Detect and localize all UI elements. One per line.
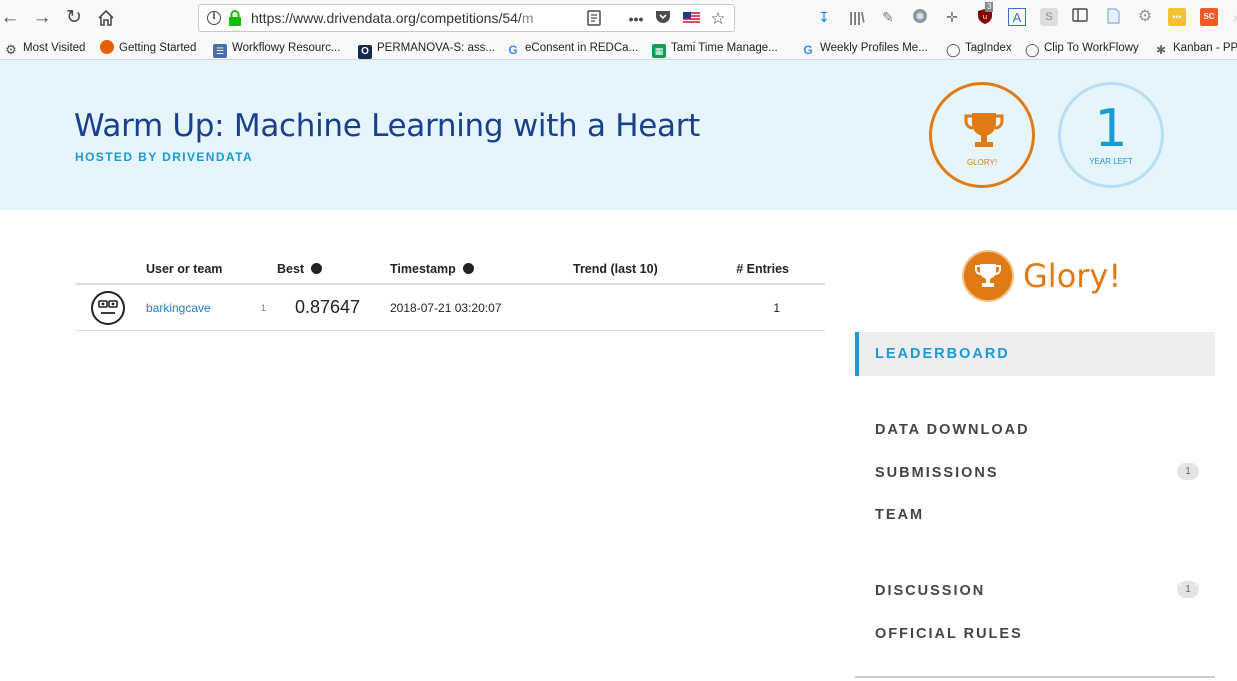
bookmark-workflowy[interactable]: ☰ Workflowy Resourc...	[213, 39, 340, 58]
nav-label: SUBMISSIONS	[875, 465, 999, 481]
back-icon[interactable]: ←	[0, 6, 22, 30]
sync-circle-icon[interactable]	[911, 8, 929, 26]
overflow-icon[interactable]: »	[1228, 8, 1237, 26]
url-text[interactable]: https://www.drivendata.org/competitions/…	[251, 10, 573, 26]
prize-label: GLORY!	[966, 158, 998, 167]
info-icon[interactable]: i	[462, 262, 474, 275]
nav-label: TEAM	[875, 507, 925, 523]
library-icon[interactable]: |||\	[848, 8, 866, 26]
s-extension-icon[interactable]: S	[1040, 8, 1058, 26]
rank: 1	[261, 303, 267, 313]
nav-data-download[interactable]: DATA DOWNLOAD	[855, 408, 1215, 452]
nav-team[interactable]: TEAM	[855, 493, 1215, 537]
user-link[interactable]: barkingcave	[146, 301, 211, 315]
nav-label: LEADERBOARD	[875, 346, 1010, 362]
table-row: barkingcave 1 0.87647 2018-07-21 03:20:0…	[75, 285, 825, 331]
nav-label: DATA DOWNLOAD	[875, 422, 1030, 438]
o-icon: O	[358, 45, 372, 59]
sidebar-divider	[855, 676, 1215, 678]
us-flag-icon[interactable]	[682, 10, 700, 28]
entries-count: 1	[773, 301, 780, 315]
globe-icon: ◯	[1025, 42, 1040, 57]
ublock-icon[interactable]: u 3	[976, 2, 994, 26]
col-best: Best i	[277, 262, 323, 276]
downloads-icon[interactable]: ↧	[815, 8, 833, 26]
leaderboard-table: User or team Best i Timestamp i Trend (las…	[75, 258, 825, 331]
table-header: User or team Best i Timestamp i Trend (las…	[75, 258, 825, 285]
globe-icon: ◯	[946, 42, 961, 57]
nav-label: DISCUSSION	[875, 583, 986, 599]
sidebar-toggle-icon[interactable]	[1071, 8, 1089, 26]
prize-badge: GLORY!	[929, 82, 1035, 188]
col-trend: Trend (last 10)	[573, 262, 658, 276]
puzzle-icon: ✱	[1155, 43, 1167, 57]
svg-text:u: u	[983, 13, 987, 21]
prize-title: Glory!	[1023, 257, 1122, 295]
nav-leaderboard[interactable]: LEADERBOARD	[855, 332, 1215, 376]
bookmarks-toolbar: ⚙ Most Visited Getting Started ☰ Workflowy…	[0, 36, 1237, 60]
home-icon[interactable]	[94, 6, 118, 30]
nav-label: OFFICIAL RULES	[875, 626, 1023, 642]
nav-official-rules[interactable]: OFFICIAL RULES	[855, 612, 1215, 656]
gear-icon: ⚙	[5, 42, 17, 57]
list-icon: ☰	[213, 44, 227, 58]
col-entries: # Entries	[736, 262, 789, 276]
forward-icon[interactable]: →	[30, 6, 54, 30]
crosshair-icon[interactable]: ✛	[943, 8, 961, 26]
google-icon: G	[803, 43, 813, 57]
page-title: Warm Up: Machine Learning with a Heart	[74, 108, 700, 144]
timestamp: 2018-07-21 03:20:07	[390, 301, 502, 315]
trophy-icon	[964, 113, 1004, 147]
bookmark-most-visited[interactable]: ⚙ Most Visited	[4, 39, 85, 57]
bookmark-permanova[interactable]: O PERMANOVA-S: ass...	[358, 39, 495, 59]
reload-icon[interactable]: ↻	[62, 6, 86, 30]
time-left-label: YEAR LEFT	[1089, 157, 1133, 166]
settings-gear-icon[interactable]: ⚙	[1136, 8, 1154, 26]
discussion-count-badge: 1	[1177, 581, 1199, 598]
lock-icon[interactable]	[228, 10, 242, 26]
bookmark-weekly-profiles[interactable]: G Weekly Profiles Me...	[801, 39, 927, 57]
google-icon: G	[508, 43, 518, 57]
sc-extension-icon[interactable]: SC	[1200, 8, 1218, 26]
extension-badge: 3	[985, 2, 994, 12]
bookmark-kanban[interactable]: ✱ Kanban - PP	[1154, 39, 1237, 57]
bookmark-tami[interactable]: ▦ Tami Time Manage...	[652, 39, 778, 58]
col-user: User or team	[146, 262, 223, 276]
competition-header: Warm Up: Machine Learning with a Heart H…	[0, 60, 1237, 210]
reader-view-icon[interactable]	[586, 10, 602, 28]
trophy-icon	[962, 250, 1014, 302]
time-left-number: 1	[1094, 99, 1128, 159]
document-icon[interactable]	[1104, 8, 1122, 26]
hosted-by[interactable]: HOSTED BY DRIVENDATA	[75, 150, 253, 164]
notes-extension-icon[interactable]: •••	[1168, 8, 1186, 26]
info-icon[interactable]: i	[311, 262, 323, 275]
nav-submissions[interactable]: SUBMISSIONS 1	[855, 451, 1215, 495]
translate-icon[interactable]: A	[1008, 8, 1026, 26]
info-icon[interactable]: i	[207, 11, 221, 25]
address-bar[interactable]: i https://www.drivendata.org/competition…	[198, 4, 735, 32]
firefox-icon	[100, 40, 114, 54]
bookmark-econsent[interactable]: GeConsent in REDCa...	[506, 39, 638, 57]
nav-discussion[interactable]: DISCUSSION 1	[855, 569, 1215, 613]
bookmark-tagindex[interactable]: ◯ TagIndex	[946, 39, 1012, 57]
time-left-badge: 1 YEAR LEFT	[1058, 82, 1164, 188]
pocket-icon[interactable]	[654, 10, 672, 28]
page-actions-icon[interactable]: •••	[625, 10, 647, 28]
best-score: 0.87647	[295, 297, 361, 317]
avatar	[91, 291, 125, 325]
eyedropper-icon[interactable]: ✎	[879, 8, 897, 26]
browser-toolbar: ← → ↻ i https://www.drivendata.org/compe…	[0, 0, 1237, 36]
bookmark-getting-started[interactable]: Getting Started	[100, 39, 196, 57]
bookmark-star-icon[interactable]: ☆	[709, 10, 727, 28]
sheet-icon: ▦	[652, 44, 666, 58]
bookmark-clip-workflowy[interactable]: ◯ Clip To WorkFlowy	[1025, 39, 1139, 57]
col-timestamp: Timestamp i	[390, 262, 474, 276]
submissions-count-badge: 1	[1177, 463, 1199, 480]
